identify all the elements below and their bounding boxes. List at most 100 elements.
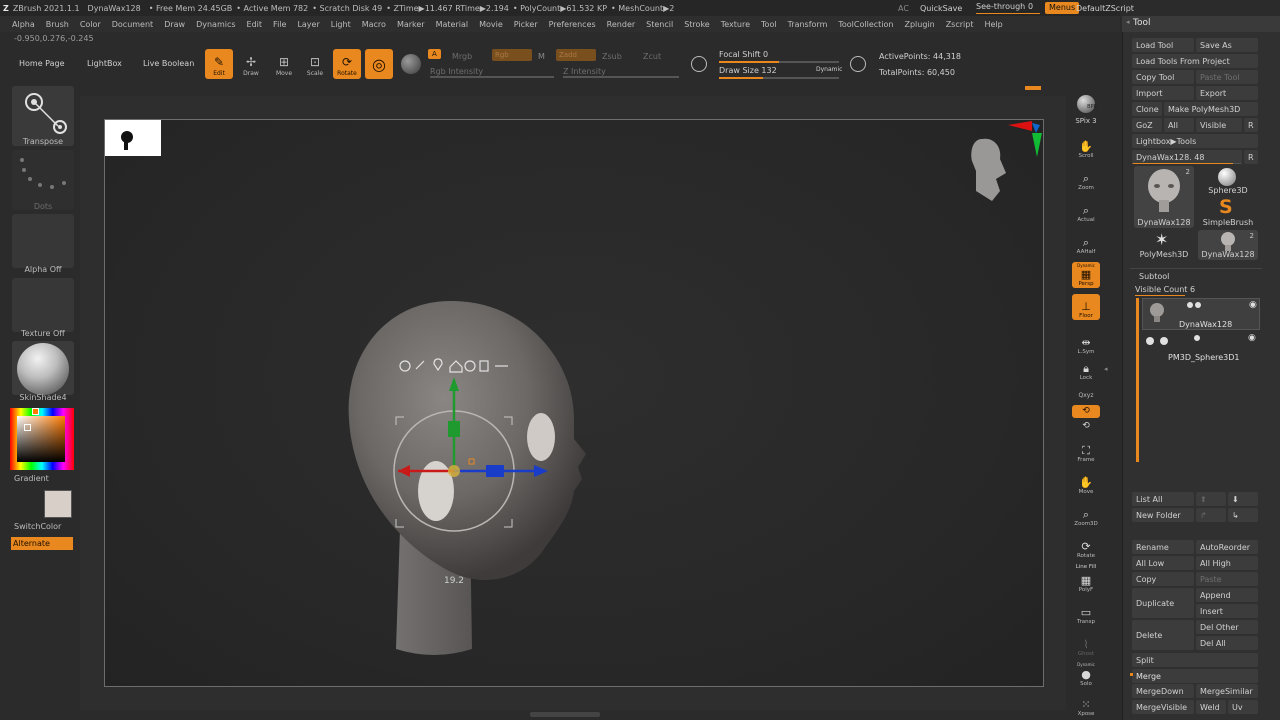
del-all-button[interactable]: Del All <box>1196 636 1258 650</box>
menu-stroke[interactable]: Stroke <box>684 20 710 29</box>
subtool-row[interactable]: ◉ PM3D_Sphere3D1 <box>1142 332 1260 364</box>
dynamic-toggle[interactable]: Dynamic <box>816 66 842 73</box>
spotlight-icon[interactable] <box>691 56 707 72</box>
goz-r-button[interactable]: R <box>1244 118 1258 132</box>
persp-button[interactable]: Dynamic ▦ Persp <box>1072 262 1100 288</box>
texture-button[interactable] <box>12 278 74 332</box>
del-other-button[interactable]: Del Other <box>1196 620 1258 634</box>
visible-count-slider[interactable]: Visible Count 6 <box>1135 285 1195 294</box>
rotate-view-button[interactable]: ⟳ Rotate <box>1072 534 1100 560</box>
move-down-arrow-icon[interactable]: ⬇ <box>1228 492 1258 506</box>
scroll-button[interactable]: ✋ Scroll <box>1072 134 1100 160</box>
default-zscript-button[interactable]: DefaultZScript <box>1076 0 1134 16</box>
subtool-material-icon[interactable] <box>1195 302 1201 308</box>
paste-subtool-button[interactable]: Paste <box>1196 572 1258 586</box>
lightbox-button[interactable]: LightBox <box>87 59 122 68</box>
insert-button[interactable]: Insert <box>1196 604 1258 618</box>
dots-stroke-button[interactable] <box>12 150 74 210</box>
split-section-header[interactable]: Split <box>1132 653 1258 667</box>
eye-icon[interactable]: ◉ <box>1248 333 1256 343</box>
rgb-intensity-slider[interactable]: Rgb Intensity <box>430 67 483 76</box>
subtool-scrollbar[interactable] <box>1136 298 1139 462</box>
focal-shift-slider[interactable]: Focal Shift 0 <box>719 50 768 59</box>
m-button[interactable]: M <box>538 52 545 61</box>
color-picker[interactable] <box>10 408 74 470</box>
sculpt-head-model[interactable] <box>348 300 586 655</box>
solo-button[interactable]: Dynamic ● Solo <box>1072 662 1100 688</box>
goz-all-button[interactable]: All <box>1164 118 1194 132</box>
switch-color-button[interactable]: SwitchColor <box>14 522 61 531</box>
alternate-toggle[interactable]: Alternate <box>11 537 73 550</box>
menu-movie[interactable]: Movie <box>479 20 503 29</box>
spix-slider[interactable]: SPix 3 <box>1072 114 1100 126</box>
transp-button[interactable]: ▭ Transp <box>1072 600 1100 626</box>
see-through-slider[interactable]: See-through 0 <box>976 2 1040 14</box>
a-toggle[interactable]: A <box>428 49 441 59</box>
live-boolean-button[interactable]: Live Boolean <box>143 59 194 68</box>
ghost-button[interactable]: ⌇ Ghost <box>1072 632 1100 658</box>
menus-toggle[interactable]: Menus <box>1045 2 1080 14</box>
load-tools-from-project-button[interactable]: Load Tools From Project <box>1132 54 1258 68</box>
menu-draw[interactable]: Draw <box>164 20 185 29</box>
list-all-button[interactable]: List All <box>1132 492 1194 506</box>
zcut-button[interactable]: Zcut <box>643 52 661 61</box>
shelf-expand-arrow-icon[interactable]: ◂ <box>1104 365 1110 375</box>
rotate-mode-button[interactable]: ⟳ Rotate <box>333 49 361 79</box>
gizmo-toggle-button[interactable]: ◎ <box>365 49 393 79</box>
save-as-button[interactable]: Save As <box>1196 38 1258 52</box>
menu-toolcollection[interactable]: ToolCollection <box>838 20 893 29</box>
import-button[interactable]: Import <box>1132 86 1194 100</box>
menu-light[interactable]: Light <box>331 20 351 29</box>
orientation-head-icon[interactable] <box>971 138 1006 201</box>
folder-arrow-icon[interactable]: ↱ <box>1196 508 1226 522</box>
z-intensity-slider[interactable]: Z Intensity <box>563 67 606 76</box>
bpr-button[interactable]: BPR <box>1072 88 1100 114</box>
copy-subtool-button[interactable]: Copy <box>1132 572 1194 586</box>
rgb-button[interactable]: Rgb <box>492 49 532 61</box>
paste-tool-button[interactable]: Paste Tool <box>1196 70 1258 84</box>
delete-button[interactable]: Delete <box>1132 620 1194 650</box>
frame-button[interactable]: ⛶ Frame <box>1072 438 1100 464</box>
main-color-swatch[interactable] <box>44 490 72 518</box>
menu-material[interactable]: Material <box>436 20 469 29</box>
weld-toggle[interactable]: Weld <box>1196 700 1226 714</box>
menu-file[interactable]: File <box>273 20 286 29</box>
lightbox-tools-button[interactable]: Lightbox▶Tools <box>1132 134 1258 148</box>
move-view-button[interactable]: ✋ Move <box>1072 470 1100 496</box>
menu-document[interactable]: Document <box>112 20 153 29</box>
merge-similar-button[interactable]: MergeSimilar <box>1196 684 1258 698</box>
menu-color[interactable]: Color <box>80 20 101 29</box>
move-mode-button[interactable]: ⊞ Move <box>270 49 298 79</box>
menu-picker[interactable]: Picker <box>514 20 538 29</box>
subtool-section-header[interactable]: Subtool <box>1139 272 1169 281</box>
all-high-button[interactable]: All High <box>1196 556 1258 570</box>
current-tool-slider[interactable]: DynaWax128. 48 <box>1132 150 1242 164</box>
edit-mode-button[interactable]: ✎ Edit <box>205 49 233 79</box>
zsub-button[interactable]: Zsub <box>602 52 622 61</box>
goz-visible-button[interactable]: Visible <box>1196 118 1242 132</box>
qxyz-button[interactable]: Qxyz <box>1072 388 1100 400</box>
mrgb-button[interactable]: Mrgb <box>452 52 472 61</box>
auto-reorder-button[interactable]: AutoReorder <box>1196 540 1258 554</box>
alpha-button[interactable] <box>12 214 74 268</box>
menu-render[interactable]: Render <box>607 20 635 29</box>
all-low-button[interactable]: All Low <box>1132 556 1194 570</box>
xpose-button[interactable]: ⁙ Xpose <box>1072 692 1100 718</box>
menu-transform[interactable]: Transform <box>788 20 828 29</box>
menu-tool[interactable]: Tool <box>761 20 777 29</box>
gradient-label[interactable]: Gradient <box>14 474 49 483</box>
load-tool-button[interactable]: Load Tool <box>1132 38 1194 52</box>
actual-button[interactable]: ⌕ Actual <box>1072 198 1100 224</box>
draw-size-slider[interactable]: Draw Size 132 <box>719 66 777 75</box>
color-picker-square[interactable] <box>17 416 65 462</box>
menu-layer[interactable]: Layer <box>297 20 319 29</box>
local-symmetry-button[interactable]: ⇹ L.Sym <box>1072 330 1100 356</box>
eye-icon[interactable]: ◉ <box>1249 300 1257 310</box>
zoom-button[interactable]: ⌕ Zoom <box>1072 166 1100 192</box>
append-button[interactable]: Append <box>1196 588 1258 602</box>
merge-section-header[interactable]: Merge <box>1132 669 1258 683</box>
move-up-arrow-icon[interactable]: ⬆ <box>1196 492 1226 506</box>
menu-zplugin[interactable]: Zplugin <box>904 20 934 29</box>
subtool-polypaint-icon[interactable] <box>1187 302 1193 308</box>
horizontal-scrollbar[interactable] <box>530 712 600 717</box>
